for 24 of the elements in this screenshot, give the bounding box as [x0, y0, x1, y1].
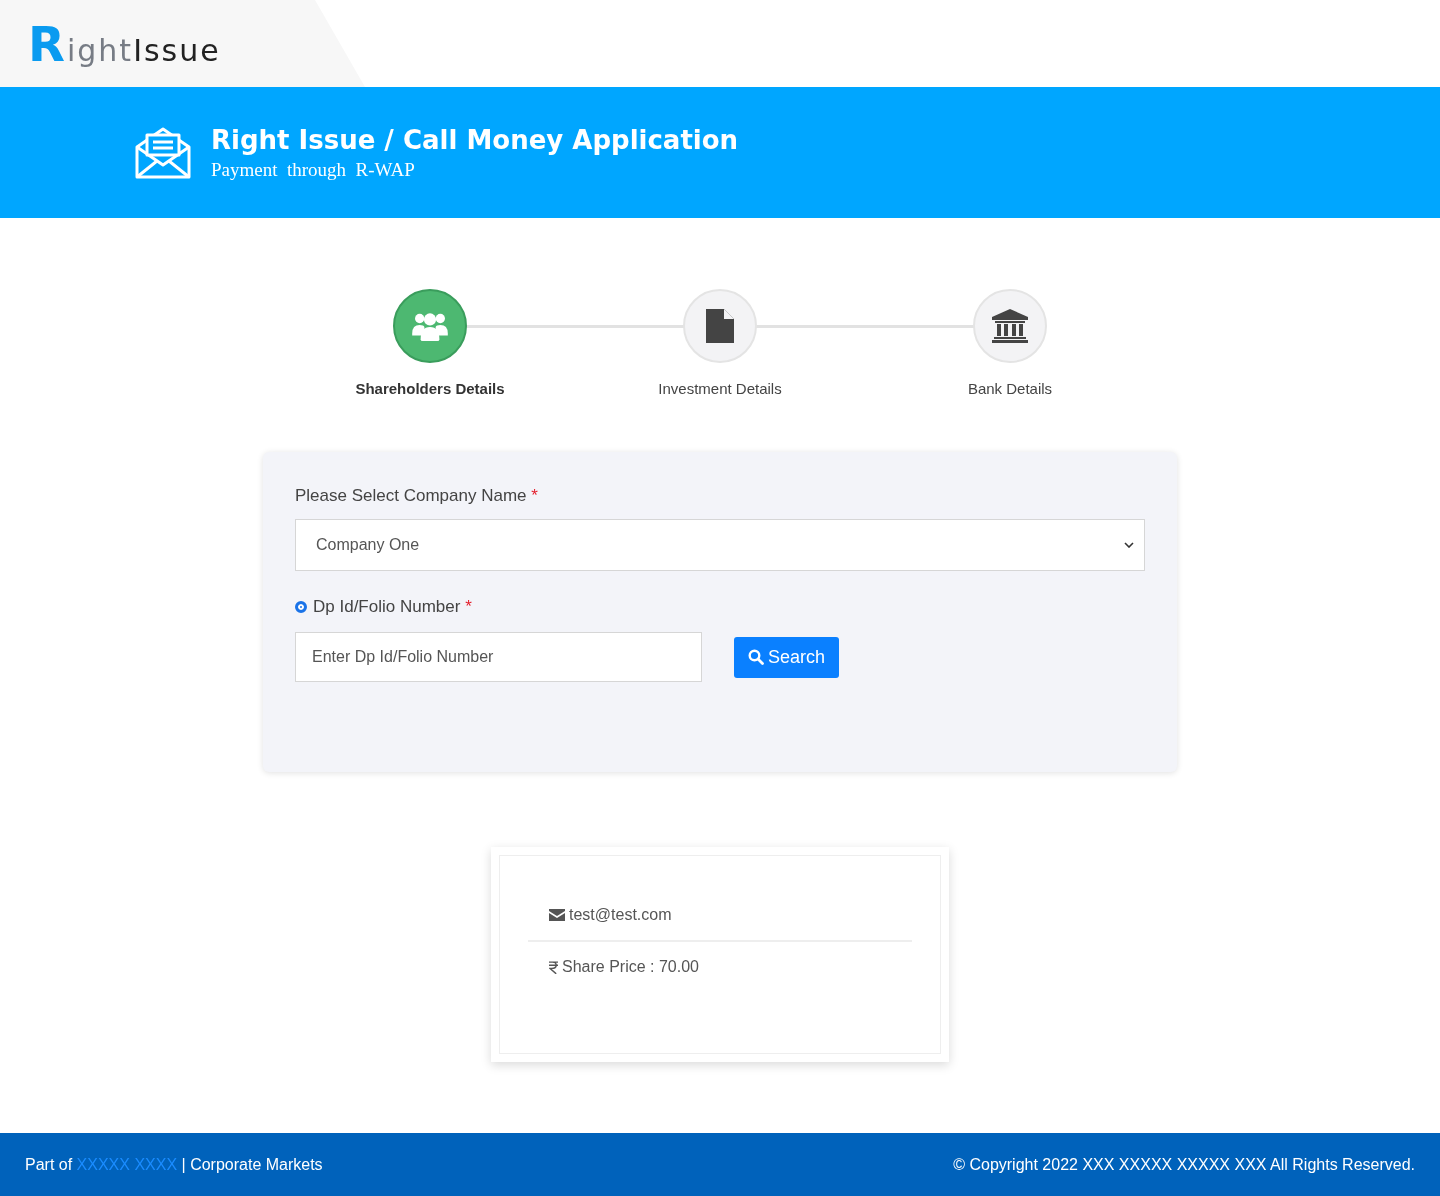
page-title: Right Issue / Call Money Application	[211, 124, 739, 155]
logo: RightIssue	[28, 15, 221, 72]
copyright-text: © Copyright 2022 XXX XXXXX XXXXX XXX All Rights Reserved.	[953, 1155, 1415, 1174]
email-text: test@test.com	[569, 906, 672, 924]
chevron-down-icon	[1124, 542, 1134, 548]
people-icon	[411, 311, 449, 341]
field-label: Dp Id/Folio Number *	[313, 597, 472, 617]
envelope-icon	[549, 909, 565, 921]
search-button[interactable]: Search	[734, 636, 840, 678]
radio-button[interactable]	[295, 601, 307, 613]
folio-number-field[interactable]: Enter Dp Id/Folio Number	[295, 632, 702, 682]
rupee-icon	[549, 960, 558, 974]
page-subtitle: Payment through R-WAP	[211, 158, 416, 181]
field-label: Please Select Company Name *	[295, 486, 539, 506]
share-price-text: Share Price : 70.00	[562, 958, 699, 976]
document-icon	[706, 309, 734, 343]
step-label: Shareholders Details	[355, 380, 505, 397]
step-label: Investment Details	[658, 380, 782, 397]
bank-icon	[992, 309, 1028, 343]
search-icon	[748, 649, 764, 665]
step-label: Bank Details	[967, 380, 1053, 397]
footer-text: Part of XXXXX XXXX | Corporate Markets	[25, 1155, 323, 1174]
company-dropdown[interactable]: Company One	[295, 519, 1145, 571]
envelope-icon	[135, 126, 191, 179]
